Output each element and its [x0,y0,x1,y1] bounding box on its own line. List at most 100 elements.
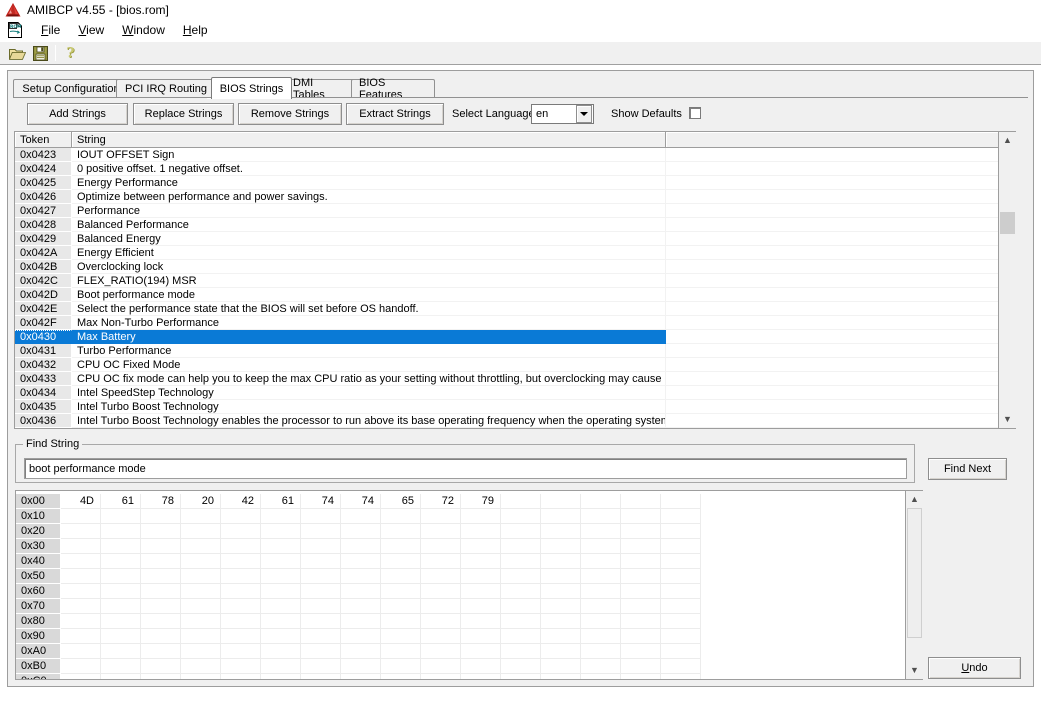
hex-cell[interactable] [221,674,261,679]
hex-cell[interactable] [541,524,581,539]
hex-cell[interactable] [381,599,421,614]
hex-cell[interactable] [61,629,101,644]
hex-cell[interactable] [261,584,301,599]
hex-cell[interactable] [461,539,501,554]
list-vertical-scrollbar[interactable]: ▲ ▼ [999,131,1016,429]
hex-cell[interactable] [541,614,581,629]
hex-cell[interactable] [341,524,381,539]
hex-cell[interactable] [421,644,461,659]
hex-cell[interactable] [61,539,101,554]
hex-cell[interactable] [341,539,381,554]
hex-cell[interactable] [61,599,101,614]
hex-cell[interactable] [501,524,541,539]
hex-cell[interactable]: 20 [181,494,221,509]
hex-cell[interactable] [381,554,421,569]
hex-cell[interactable] [301,674,341,679]
hex-cell[interactable] [221,524,261,539]
chevron-down-icon[interactable] [576,105,592,123]
hex-cell[interactable]: 61 [101,494,141,509]
hex-cell[interactable] [501,644,541,659]
table-row[interactable]: 0x042E Select the performance state that … [15,302,998,316]
hex-cell[interactable] [621,644,661,659]
hex-cell[interactable] [181,569,221,584]
hex-cell[interactable] [301,509,341,524]
hex-cell[interactable] [461,524,501,539]
hex-cell[interactable] [621,509,661,524]
hex-cell[interactable] [581,494,621,509]
hex-cell[interactable] [381,524,421,539]
hex-cell[interactable] [261,554,301,569]
hex-cell[interactable] [581,644,621,659]
hex-cell[interactable]: 65 [381,494,421,509]
hex-cell[interactable] [61,524,101,539]
table-row[interactable]: 0x0423 IOUT OFFSET Sign [15,148,998,162]
hex-cell[interactable] [61,554,101,569]
hex-cell[interactable] [581,539,621,554]
hex-cell[interactable] [141,584,181,599]
hex-cell[interactable]: 4D [61,494,101,509]
hex-cell[interactable] [661,674,701,679]
hex-cell[interactable] [261,644,301,659]
bios-strings-list[interactable]: Token String 0x0423 IOUT OFFSET Sign 0x042… [14,131,999,429]
hex-cell[interactable] [381,674,421,679]
menu-item-window[interactable]: Window [113,22,174,38]
hex-cell[interactable] [661,659,701,674]
hex-cell[interactable] [621,569,661,584]
hex-cell[interactable] [181,584,221,599]
hex-cell[interactable] [261,629,301,644]
hex-cell[interactable] [101,644,141,659]
hex-cell[interactable] [461,629,501,644]
hex-cell[interactable] [141,614,181,629]
hex-cell[interactable] [581,659,621,674]
hex-cell[interactable] [661,614,701,629]
hex-cell[interactable] [541,674,581,679]
hex-cell[interactable]: 74 [301,494,341,509]
hex-cell[interactable] [181,554,221,569]
hex-cell[interactable] [221,599,261,614]
hex-cell[interactable] [261,674,301,679]
hex-cell[interactable] [461,644,501,659]
hex-vertical-scrollbar[interactable]: ▲ ▼ [906,490,923,680]
open-folder-button[interactable] [6,42,29,64]
table-row[interactable]: 0x0436 Intel Turbo Boost Technology enabl… [15,414,998,428]
table-row[interactable]: 0x0435 Intel Turbo Boost Technology [15,400,998,414]
hex-cell[interactable] [541,629,581,644]
hex-cell[interactable] [381,644,421,659]
hex-cell[interactable] [181,599,221,614]
hex-cell[interactable] [461,659,501,674]
hex-cell[interactable] [541,569,581,584]
hex-cell[interactable] [341,674,381,679]
hex-cell[interactable] [301,584,341,599]
hex-cell[interactable] [101,599,141,614]
hex-cell[interactable] [181,674,221,679]
hex-cell[interactable] [221,644,261,659]
hex-cell[interactable] [421,569,461,584]
table-row[interactable]: 0x042A Energy Efficient [15,246,998,260]
tab-setup-configuration[interactable]: Setup Configuration [13,79,129,98]
hex-cell[interactable] [581,674,621,679]
hex-cell[interactable] [621,659,661,674]
hex-cell[interactable] [261,599,301,614]
hex-cell[interactable] [461,584,501,599]
hex-cell[interactable] [181,524,221,539]
hex-cell[interactable] [421,614,461,629]
hex-cell[interactable] [141,539,181,554]
hex-cell[interactable] [141,524,181,539]
hex-cell[interactable] [101,584,141,599]
help-button[interactable]: ? ? [60,42,83,64]
table-row[interactable]: 0x0424 0 positive offset. 1 negative offs… [15,162,998,176]
hex-cell[interactable] [581,629,621,644]
hex-cell[interactable] [301,599,341,614]
hex-cell[interactable] [381,509,421,524]
hex-scroll-up-button[interactable]: ▲ [906,491,923,508]
hex-cell[interactable] [261,524,301,539]
hex-cell[interactable] [461,554,501,569]
hex-cell[interactable] [221,584,261,599]
remove-strings-button[interactable]: Remove Strings [238,103,342,125]
tab-bios-strings[interactable]: BIOS Strings [211,77,292,99]
hex-cell[interactable] [101,674,141,679]
hex-cell[interactable] [501,494,541,509]
table-row[interactable]: 0x042D Boot performance mode [15,288,998,302]
hex-cell[interactable] [501,569,541,584]
scroll-up-button[interactable]: ▲ [999,132,1016,149]
